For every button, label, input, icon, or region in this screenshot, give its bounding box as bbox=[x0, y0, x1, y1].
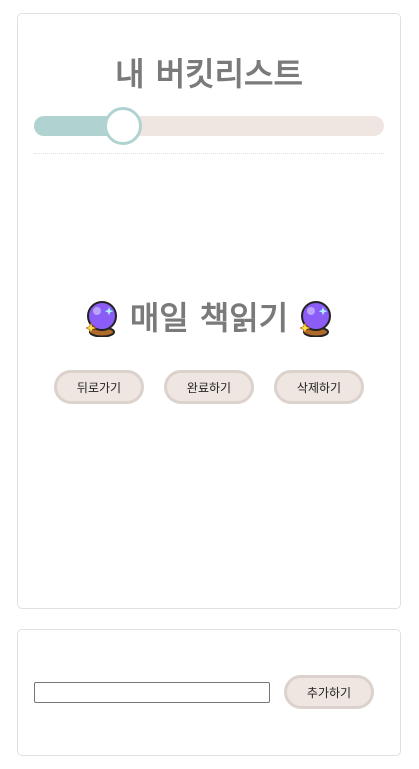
page-title: 내 버킷리스트 bbox=[115, 55, 303, 93]
divider bbox=[34, 153, 384, 154]
add-button[interactable]: 추가하기 bbox=[284, 675, 374, 709]
action-buttons: 뒤로가기 완료하기 삭제하기 bbox=[18, 370, 400, 404]
delete-button[interactable]: 삭제하기 bbox=[274, 370, 364, 404]
bucketlist-card: 내 버킷리스트 매일 책읽기 뒤로가기 완료하기 삭제하기 bbox=[17, 13, 401, 609]
crystal-ball-icon bbox=[299, 299, 332, 338]
back-button[interactable]: 뒤로가기 bbox=[54, 370, 144, 404]
bucket-item-text: 매일 책읽기 bbox=[129, 299, 289, 337]
add-item-card: 추가하기 bbox=[17, 629, 401, 756]
progress-bar[interactable] bbox=[34, 107, 384, 145]
current-bucket-item: 매일 책읽기 bbox=[18, 294, 400, 342]
new-item-input[interactable] bbox=[34, 682, 270, 703]
progress-knob[interactable] bbox=[103, 107, 142, 145]
crystal-ball-icon bbox=[85, 299, 118, 338]
complete-button[interactable]: 완료하기 bbox=[164, 370, 254, 404]
